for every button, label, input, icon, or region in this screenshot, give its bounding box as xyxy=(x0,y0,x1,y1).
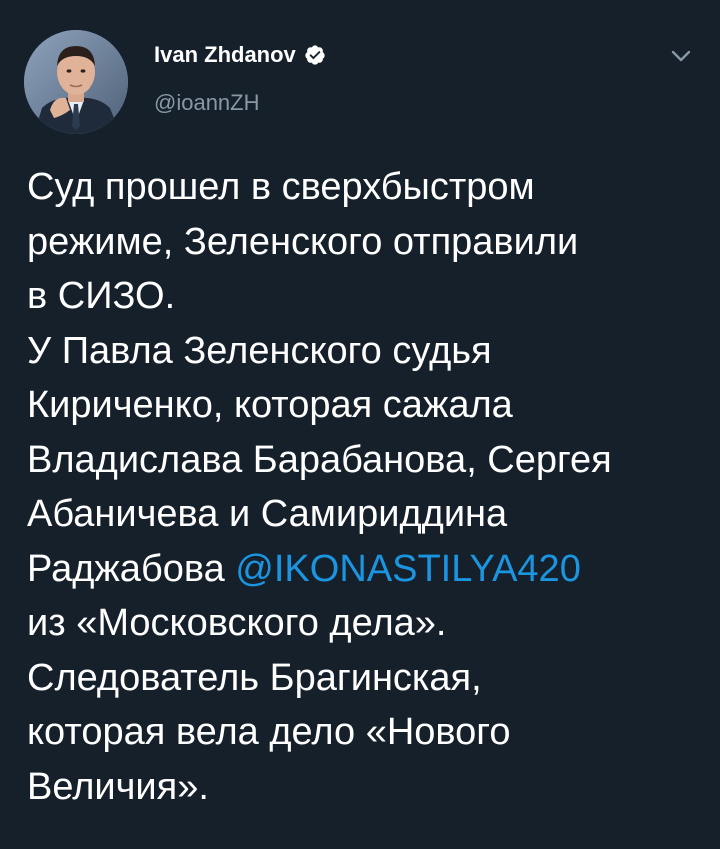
tweet-text: Суд прошел в сверхбыстром режиме, Зеленс… xyxy=(27,160,707,814)
tweet-text-fragment: Раджабова xyxy=(27,547,236,590)
tweet-text-line: режиме, Зеленского отправили xyxy=(27,220,579,263)
tweet-text-line: Следователь Брагинская, xyxy=(27,656,482,699)
tweet-menu-button[interactable] xyxy=(666,44,696,68)
tweet-text-line: Абаничева и Самириддина xyxy=(27,493,508,535)
tweet-text-line-with-mention: Раджабова @IKONASTILYA420 xyxy=(27,542,707,597)
tweet-text-line: которая вела дело «Нового xyxy=(27,711,511,753)
tweet-card: Ivan Zhdanov @ioannZH Суд прошел в сверх… xyxy=(0,0,720,849)
profile-photo-icon xyxy=(24,30,128,134)
verified-badge-icon xyxy=(305,45,325,65)
tweet-text-line: Суд прошел в сверхбыстром xyxy=(27,166,535,208)
author-name-label: Ivan Zhdanov xyxy=(154,42,296,67)
tweet-text-line: в СИЗО. xyxy=(27,275,176,317)
chevron-down-icon xyxy=(671,50,691,62)
mention-link[interactable]: @IKONASTILYA420 xyxy=(235,548,581,590)
tweet-text-line: Кириченко, которая сажала xyxy=(27,384,513,426)
author-handle[interactable]: @ioannZH xyxy=(154,90,260,116)
tweet-text-line: У Павла Зеленского судья xyxy=(27,329,492,372)
tweet-text-line: из «Московского дела». xyxy=(27,602,447,644)
tweet-text-line: Владислава Барабанова, Сергея xyxy=(27,438,612,481)
tweet-text-line: Величия». xyxy=(27,765,209,808)
author-avatar[interactable] xyxy=(24,30,128,134)
author-name[interactable]: Ivan Zhdanov xyxy=(154,42,326,68)
